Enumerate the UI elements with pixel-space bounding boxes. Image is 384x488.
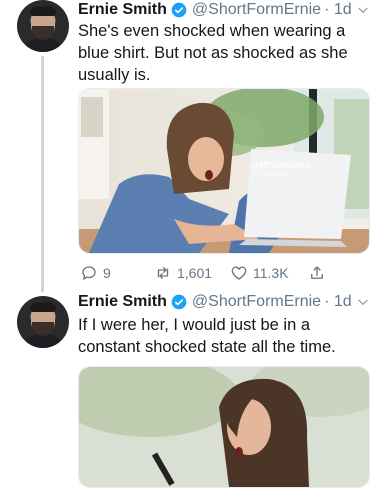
like-button[interactable]: 11.3K: [230, 262, 289, 284]
like-count: 11.3K: [253, 265, 289, 281]
retweet-button[interactable]: 1,601: [154, 262, 212, 284]
author-name[interactable]: Ernie Smith: [78, 1, 167, 19]
verified-badge-icon: [171, 294, 187, 310]
chevron-down-icon[interactable]: [356, 3, 370, 17]
share-button[interactable]: [308, 262, 331, 284]
thread-connector-line: [41, 56, 44, 292]
photo-woman-phone: [79, 367, 369, 487]
reply-button[interactable]: 9: [80, 262, 111, 284]
tweet-text: If I were her, I would just be in a cons…: [78, 316, 336, 356]
like-icon: [231, 266, 247, 280]
reply-count: 9: [103, 265, 111, 281]
author-handle[interactable]: @ShortFormErnie: [192, 1, 321, 19]
tweet-photo[interactable]: [78, 366, 370, 488]
author-name[interactable]: Ernie Smith: [78, 293, 167, 311]
tweet-header: Ernie Smith @ShortFormErnie · 1d: [78, 292, 352, 312]
retweet-count: 1,601: [177, 265, 213, 281]
avatar[interactable]: [17, 296, 69, 348]
tweet-timestamp[interactable]: · 1d: [324, 293, 352, 311]
reply-icon: [82, 266, 96, 280]
tweet-header: Ernie Smith @ShortFormErnie · 1d: [78, 0, 352, 20]
getty-watermark: gettyimages Antonio Guillem: [252, 160, 311, 178]
tweet-timestamp[interactable]: · 1d: [324, 1, 352, 19]
share-icon: [311, 266, 323, 279]
avatar[interactable]: [17, 0, 69, 52]
author-handle[interactable]: @ShortFormErnie: [192, 293, 321, 311]
tweet-actions: 9 1,601 11.3K: [80, 262, 340, 284]
tweet-text: She's even shocked when wearing a blue s…: [78, 22, 348, 84]
verified-badge-icon: [171, 2, 187, 18]
chevron-down-icon[interactable]: [356, 295, 370, 309]
retweet-icon: [157, 267, 169, 279]
tweet-photo[interactable]: gettyimages Antonio Guillem: [78, 88, 370, 254]
